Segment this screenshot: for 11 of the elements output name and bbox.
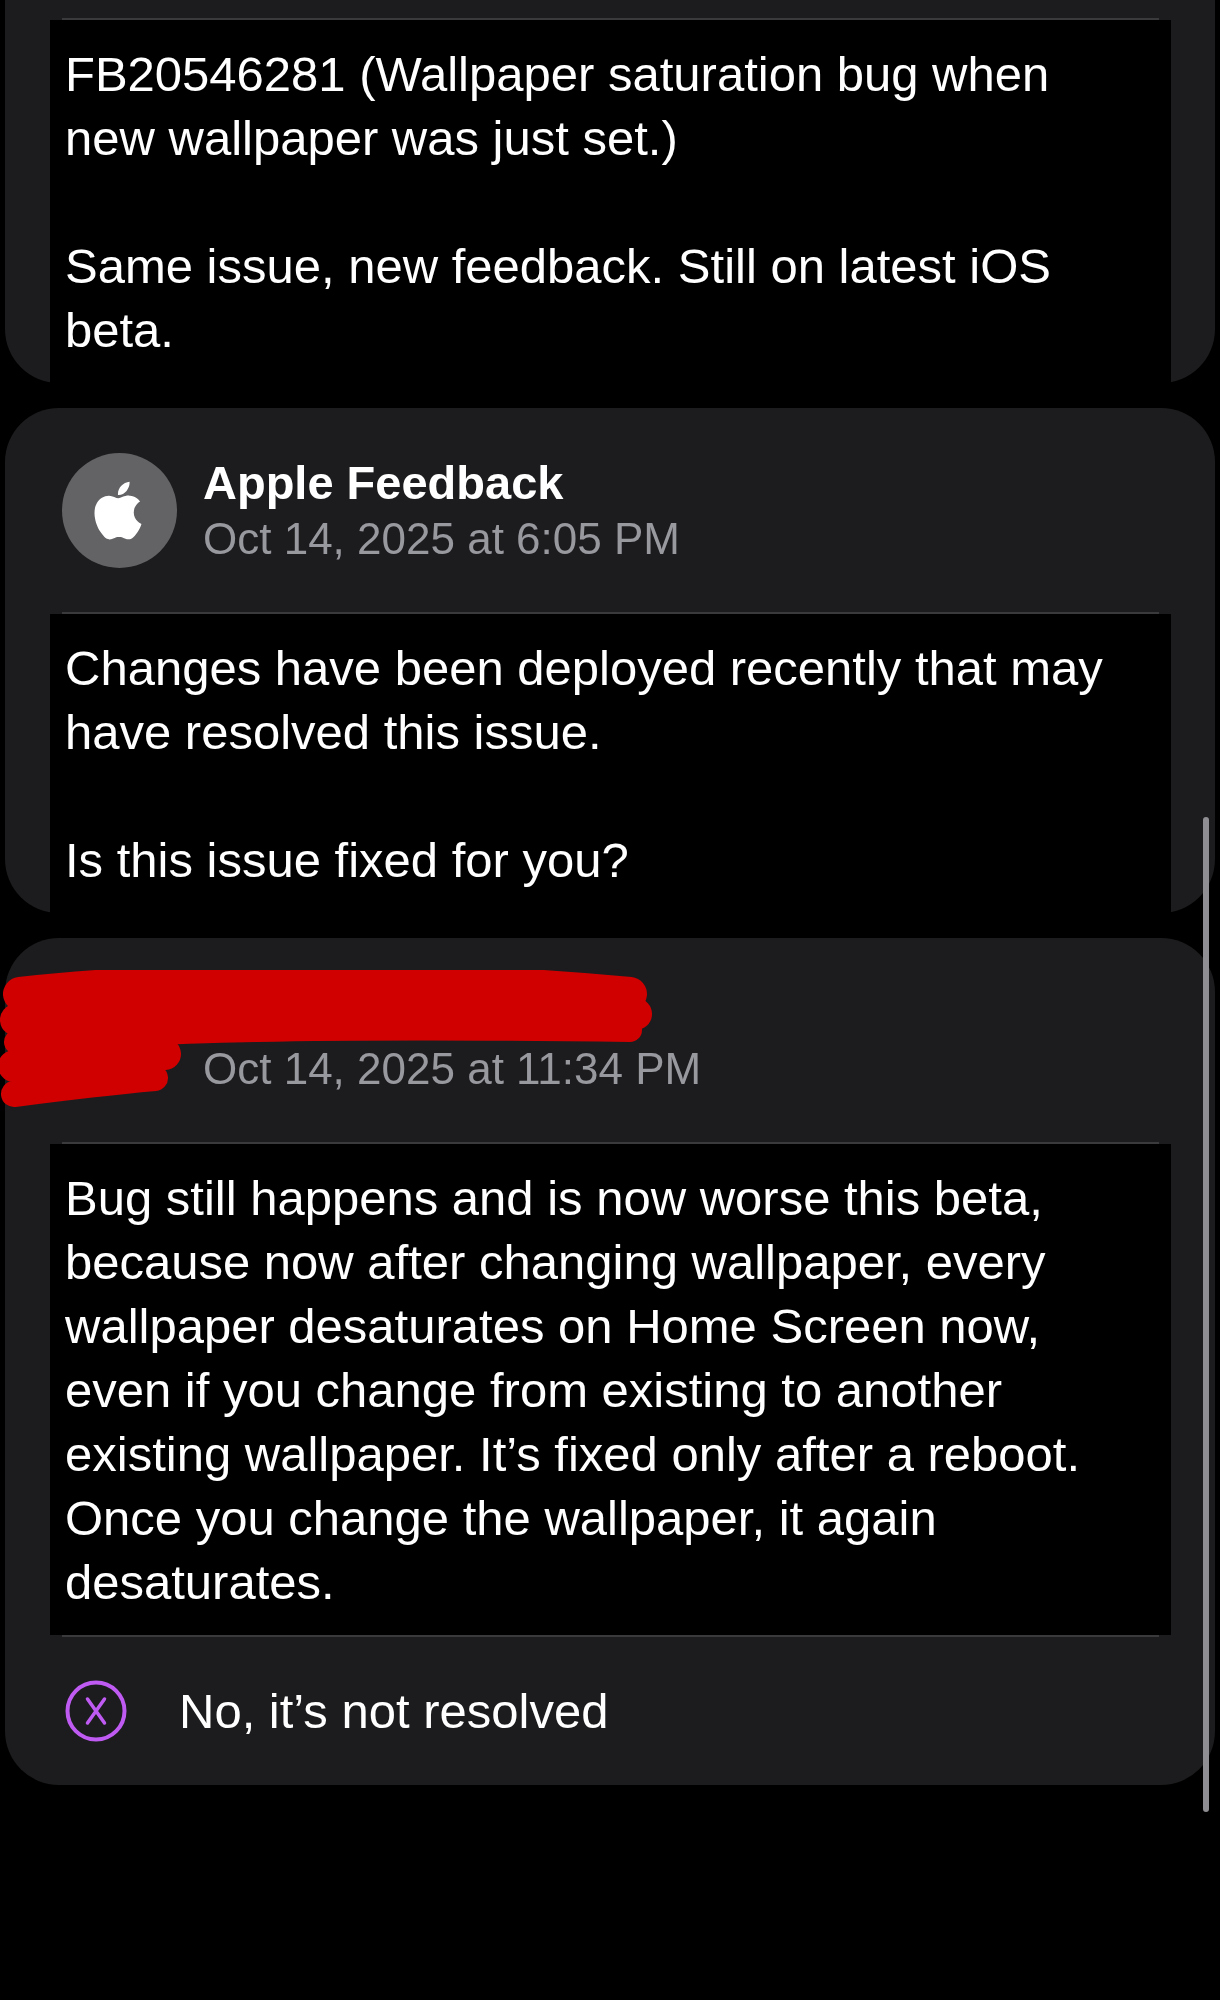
message-text: Same issue, new feedback. Still on latest iOS beta. [65,238,1052,359]
x-circle-icon [65,1680,127,1742]
message-text: Changes have been deployed recently that may have resolved this issue. [65,640,1104,761]
author-name: Apple Feedback [203,454,565,511]
message-text: Is this issue fixed for you? [65,832,630,889]
message-date: Oct 14, 2025 at 6:05 PM [203,512,680,565]
resolution-label: No, it’s not resolved [179,1683,609,1740]
message-text: FB20546281 (Wallpaper saturation bug when new wallpaper was just set.) [65,46,1051,167]
message-text: Bug still happens and is now worse this beta, because now after changing wallpaper, every wallpaper desaturates on Home Screen now, even if you change from existing to another existing wallpaper. It’s fixed only after a reboot. Once you change the wallpaper, it again desaturates. [65,1170,1082,1611]
apple-icon [62,453,177,568]
message-date: Oct 14, 2025 at 11:34 PM [203,1042,702,1095]
